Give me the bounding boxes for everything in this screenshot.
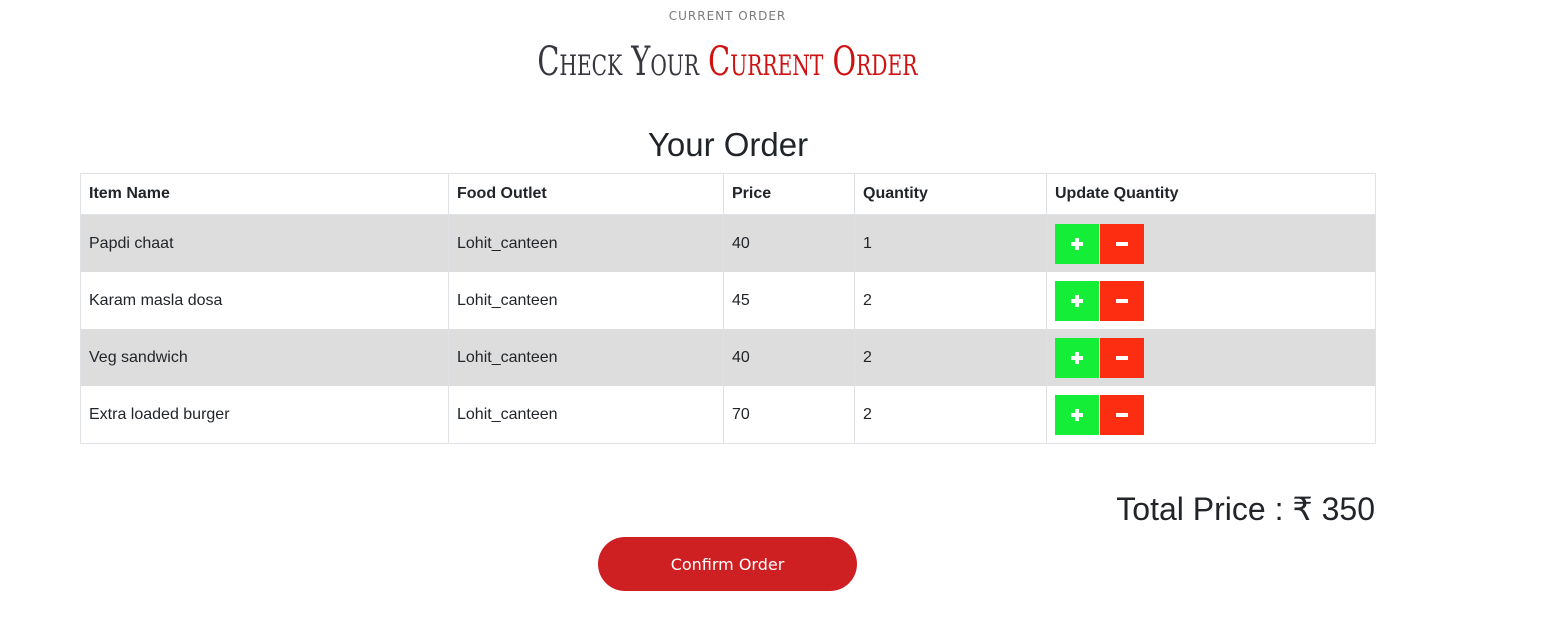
increase-quantity-button[interactable] [1055,223,1099,264]
column-header-item-name: Item Name [80,173,449,215]
cell-item-name: Extra loaded burger [80,386,449,444]
cell-price: 40 [723,329,855,386]
minus-icon [1116,412,1128,417]
cell-price: 70 [723,386,855,444]
decrease-quantity-button[interactable] [1100,223,1144,264]
cell-food-outlet: Lohit_canteen [448,272,724,329]
table-row: Karam masla dosa Lohit_canteen 45 2 [80,272,1376,329]
minus-icon [1116,298,1128,303]
increase-quantity-button[interactable] [1055,337,1099,378]
cell-food-outlet: Lohit_canteen [448,386,724,444]
order-heading: Your Order [647,126,809,163]
table-row: Veg sandwich Lohit_canteen 40 2 [80,329,1376,386]
page-title: Check Your Current Order [204,34,1252,90]
table-row: Extra loaded burger Lohit_canteen 70 2 [80,386,1376,444]
decrease-quantity-button[interactable] [1100,337,1144,378]
cell-update-quantity [1046,329,1376,386]
page-title-red: Current Order [708,39,918,85]
confirm-order-button[interactable]: Confirm Order [598,537,857,591]
plus-icon [1071,351,1083,364]
order-table: Item Name Food Outlet Price Quantity Upd… [80,173,1376,444]
table-row: Papdi chaat Lohit_canteen 40 1 [80,214,1376,272]
plus-icon [1071,408,1083,421]
cell-quantity: 2 [854,272,1047,329]
decrease-quantity-button[interactable] [1100,394,1144,435]
cell-quantity: 2 [854,386,1047,444]
decrease-quantity-button[interactable] [1100,280,1144,321]
cell-update-quantity [1046,214,1376,272]
increase-quantity-button[interactable] [1055,280,1099,321]
total-price: Total Price : ₹ 350 [1116,491,1375,527]
cell-quantity: 1 [854,214,1047,272]
column-header-food-outlet: Food Outlet [448,173,724,215]
column-header-price: Price [723,173,855,215]
page-title-dark: Check Your [537,39,700,85]
plus-icon [1071,294,1083,307]
cell-food-outlet: Lohit_canteen [448,329,724,386]
column-header-update-quantity: Update Quantity [1046,173,1376,215]
table-header-row: Item Name Food Outlet Price Quantity Upd… [80,173,1376,215]
minus-icon [1116,241,1128,246]
cell-item-name: Veg sandwich [80,329,449,386]
cell-price: 45 [723,272,855,329]
cell-update-quantity [1046,272,1376,329]
minus-icon [1116,355,1128,360]
column-header-quantity: Quantity [854,173,1047,215]
cell-food-outlet: Lohit_canteen [448,214,724,272]
plus-icon [1071,237,1083,250]
cell-item-name: Papdi chaat [80,214,449,272]
section-eyebrow: CURRENT ORDER [668,9,787,23]
cell-quantity: 2 [854,329,1047,386]
increase-quantity-button[interactable] [1055,394,1099,435]
cell-item-name: Karam masla dosa [80,272,449,329]
cell-update-quantity [1046,386,1376,444]
cell-price: 40 [723,214,855,272]
